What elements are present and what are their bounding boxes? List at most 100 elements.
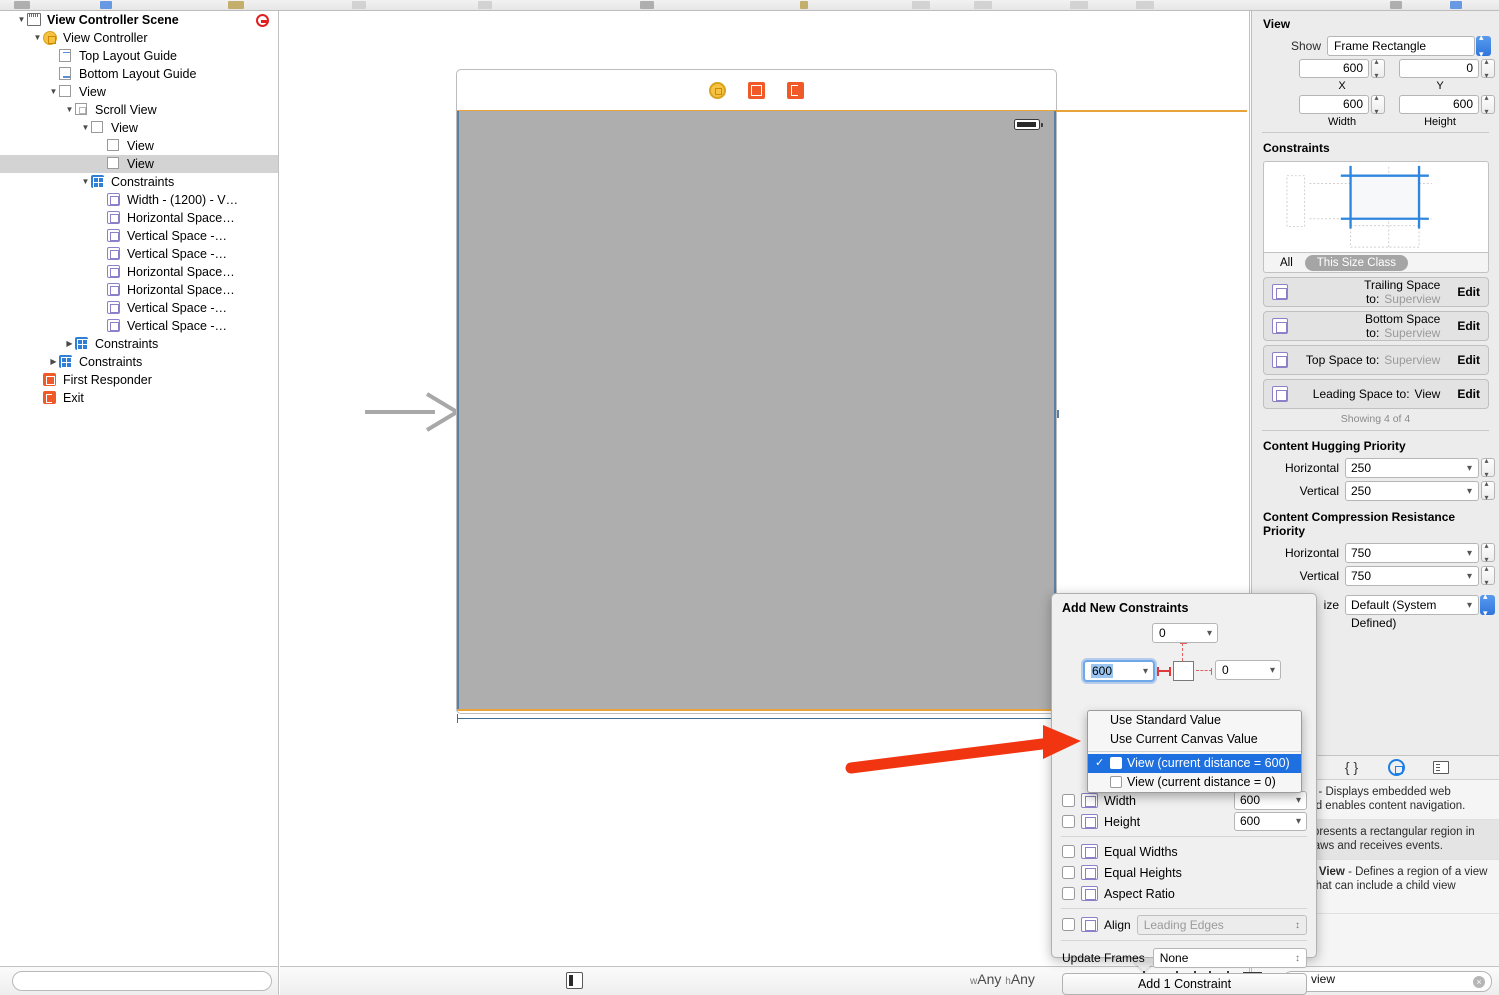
document-outline-panel[interactable]: ▼View Controller Scene▼View Controller▶T… bbox=[0, 11, 279, 966]
constraint-edit-button[interactable]: Edit bbox=[1457, 387, 1480, 401]
add-new-constraints-popover[interactable]: Add New Constraints 0 600 0 Use Standard… bbox=[1051, 593, 1317, 958]
outline-row[interactable]: ▼View Controller bbox=[0, 29, 278, 47]
document-outline-toggle-icon[interactable] bbox=[566, 972, 583, 989]
constraint-card[interactable]: Trailing Space to:SuperviewEdit bbox=[1263, 277, 1489, 307]
toolbar-editor-assistant[interactable] bbox=[974, 1, 992, 9]
scene-entry-badge-icon[interactable] bbox=[256, 14, 269, 27]
dropdown-menu-item[interactable]: ✓View (current distance = 600) bbox=[1088, 754, 1301, 773]
equal-widths-checkbox[interactable] bbox=[1062, 845, 1075, 858]
twisty-down-icon[interactable]: ▼ bbox=[48, 83, 59, 101]
toolbar-run-button[interactable] bbox=[14, 1, 30, 9]
outline-row[interactable]: ▶Vertical Space -… bbox=[0, 227, 278, 245]
compression-horizontal-input[interactable]: 750 bbox=[1345, 543, 1479, 563]
outline-row[interactable]: ▶Top Layout Guide bbox=[0, 47, 278, 65]
compression-vertical-input[interactable]: 750 bbox=[1345, 566, 1479, 586]
leading-spacing-strut-icon[interactable] bbox=[1157, 670, 1171, 672]
toolbar-right-2[interactable] bbox=[1450, 1, 1462, 9]
align-select[interactable]: Leading Edges bbox=[1137, 915, 1307, 935]
frame-width-input[interactable]: 600 bbox=[1299, 95, 1369, 114]
outline-row[interactable]: ▶Vertical Space -… bbox=[0, 245, 278, 263]
dropdown-menu-item[interactable]: Use Current Canvas Value bbox=[1088, 730, 1301, 749]
toolbar-item-2[interactable] bbox=[478, 1, 492, 9]
frame-x-stepper[interactable] bbox=[1371, 59, 1385, 78]
constraint-edit-button[interactable]: Edit bbox=[1457, 285, 1480, 299]
outline-row[interactable]: ▶Constraints bbox=[0, 353, 278, 371]
twisty-down-icon[interactable]: ▼ bbox=[64, 101, 75, 119]
menu-item-checkbox[interactable] bbox=[1110, 757, 1122, 769]
toolbar-editor-mode[interactable] bbox=[912, 1, 930, 9]
outline-row[interactable]: ▶Horizontal Space… bbox=[0, 281, 278, 299]
outline-row[interactable]: ▼Constraints bbox=[0, 173, 278, 191]
height-constraint-row[interactable]: Height 600 bbox=[1052, 811, 1316, 832]
constraint-card[interactable]: Bottom Space to:SuperviewEdit bbox=[1263, 311, 1489, 341]
aspect-ratio-row[interactable]: Aspect Ratio bbox=[1052, 883, 1316, 904]
update-frames-select[interactable]: None bbox=[1153, 948, 1307, 968]
outline-row[interactable]: ▶Constraints bbox=[0, 335, 278, 353]
equal-widths-row[interactable]: Equal Widths bbox=[1052, 841, 1316, 862]
outline-row[interactable]: ▶Horizontal Space… bbox=[0, 209, 278, 227]
twisty-right-icon[interactable]: ▶ bbox=[64, 335, 75, 353]
equal-heights-row[interactable]: Equal Heights bbox=[1052, 862, 1316, 883]
outline-row[interactable]: ▶View bbox=[0, 137, 278, 155]
width-checkbox[interactable] bbox=[1062, 794, 1075, 807]
constraint-edit-button[interactable]: Edit bbox=[1457, 353, 1480, 367]
constraint-edit-button[interactable]: Edit bbox=[1457, 319, 1480, 333]
toolbar-scheme-button[interactable] bbox=[100, 1, 112, 9]
size-class-indicator[interactable]: wAny hAny bbox=[970, 971, 1035, 987]
top-spacing-input[interactable]: 0 bbox=[1152, 623, 1218, 643]
dropdown-menu-item[interactable]: View (current distance = 0) bbox=[1088, 773, 1301, 792]
trailing-spacing-input[interactable]: 0 bbox=[1215, 660, 1281, 680]
constraint-card[interactable]: Top Space to:SuperviewEdit bbox=[1263, 345, 1489, 375]
frame-width-stepper[interactable] bbox=[1371, 95, 1385, 114]
update-frames-row[interactable]: Update Frames None bbox=[1052, 945, 1316, 970]
toolbar-item-1[interactable] bbox=[352, 1, 366, 9]
outline-row[interactable]: ▶Width - (1200) - V… bbox=[0, 191, 278, 209]
outline-row[interactable]: ▶Horizontal Space… bbox=[0, 263, 278, 281]
constraint-scope-segmented-control[interactable]: All This Size Class bbox=[1263, 253, 1489, 273]
equal-heights-checkbox[interactable] bbox=[1062, 866, 1075, 879]
toolbar-inspector-toggle[interactable] bbox=[1136, 1, 1154, 9]
frame-y-stepper[interactable] bbox=[1481, 59, 1495, 78]
outline-row[interactable]: ▼View Controller Scene bbox=[0, 11, 278, 29]
resize-handle-right[interactable] bbox=[1057, 410, 1059, 418]
aspect-ratio-checkbox[interactable] bbox=[1062, 887, 1075, 900]
width-constraint-row[interactable]: Width 600 bbox=[1052, 790, 1316, 811]
align-checkbox[interactable] bbox=[1062, 918, 1075, 931]
selected-view-rect[interactable] bbox=[457, 111, 1056, 709]
frame-y-input[interactable]: 0 bbox=[1399, 59, 1479, 78]
leading-spacing-input[interactable]: 600 bbox=[1083, 660, 1155, 682]
object-library-icon[interactable] bbox=[1388, 759, 1405, 776]
frame-height-stepper[interactable] bbox=[1481, 95, 1495, 114]
align-row[interactable]: Align Leading Edges bbox=[1052, 913, 1316, 936]
height-checkbox[interactable] bbox=[1062, 815, 1075, 828]
frame-x-input[interactable]: 600 bbox=[1299, 59, 1369, 78]
view-controller-scene-frame[interactable] bbox=[456, 69, 1057, 714]
top-toolbar[interactable] bbox=[0, 0, 1499, 11]
exit-icon[interactable] bbox=[787, 82, 804, 99]
show-stepper[interactable] bbox=[1476, 36, 1491, 56]
scope-this-size-class-option[interactable]: This Size Class bbox=[1305, 255, 1408, 271]
outline-row[interactable]: ▶First Responder bbox=[0, 371, 278, 389]
outline-row[interactable]: ▼View bbox=[0, 83, 278, 101]
outline-row[interactable]: ▶Vertical Space -… bbox=[0, 317, 278, 335]
menu-item-checkbox[interactable] bbox=[1110, 776, 1122, 788]
constraint-diagram[interactable] bbox=[1263, 161, 1489, 253]
toolbar-view-toggle[interactable] bbox=[1070, 1, 1088, 9]
toolbar-breadcrumb[interactable] bbox=[228, 1, 244, 9]
leading-spacing-dropdown-menu[interactable]: Use Standard ValueUse Current Canvas Val… bbox=[1087, 710, 1302, 793]
show-popup-button[interactable]: Frame Rectangle bbox=[1327, 36, 1475, 56]
twisty-right-icon[interactable]: ▶ bbox=[48, 353, 59, 371]
outline-row[interactable]: ▶Vertical Space -… bbox=[0, 299, 278, 317]
twisty-down-icon[interactable]: ▼ bbox=[80, 173, 91, 191]
outline-row[interactable]: ▼Scroll View bbox=[0, 101, 278, 119]
media-library-icon[interactable] bbox=[1433, 761, 1449, 774]
frame-height-input[interactable]: 600 bbox=[1399, 95, 1479, 114]
library-search-input[interactable]: view bbox=[1282, 971, 1492, 992]
outline-row[interactable]: ▶View bbox=[0, 155, 278, 173]
hugging-horizontal-stepper[interactable] bbox=[1481, 458, 1495, 477]
spacing-widget[interactable]: 0 600 0 Use Standard ValueUse Current Ca… bbox=[1052, 619, 1316, 697]
twisty-down-icon[interactable]: ▼ bbox=[32, 29, 43, 47]
add-constraint-button[interactable]: Add 1 Constraint bbox=[1062, 973, 1307, 995]
toolbar-right-1[interactable] bbox=[1390, 1, 1402, 9]
view-controller-icon[interactable] bbox=[709, 82, 726, 99]
